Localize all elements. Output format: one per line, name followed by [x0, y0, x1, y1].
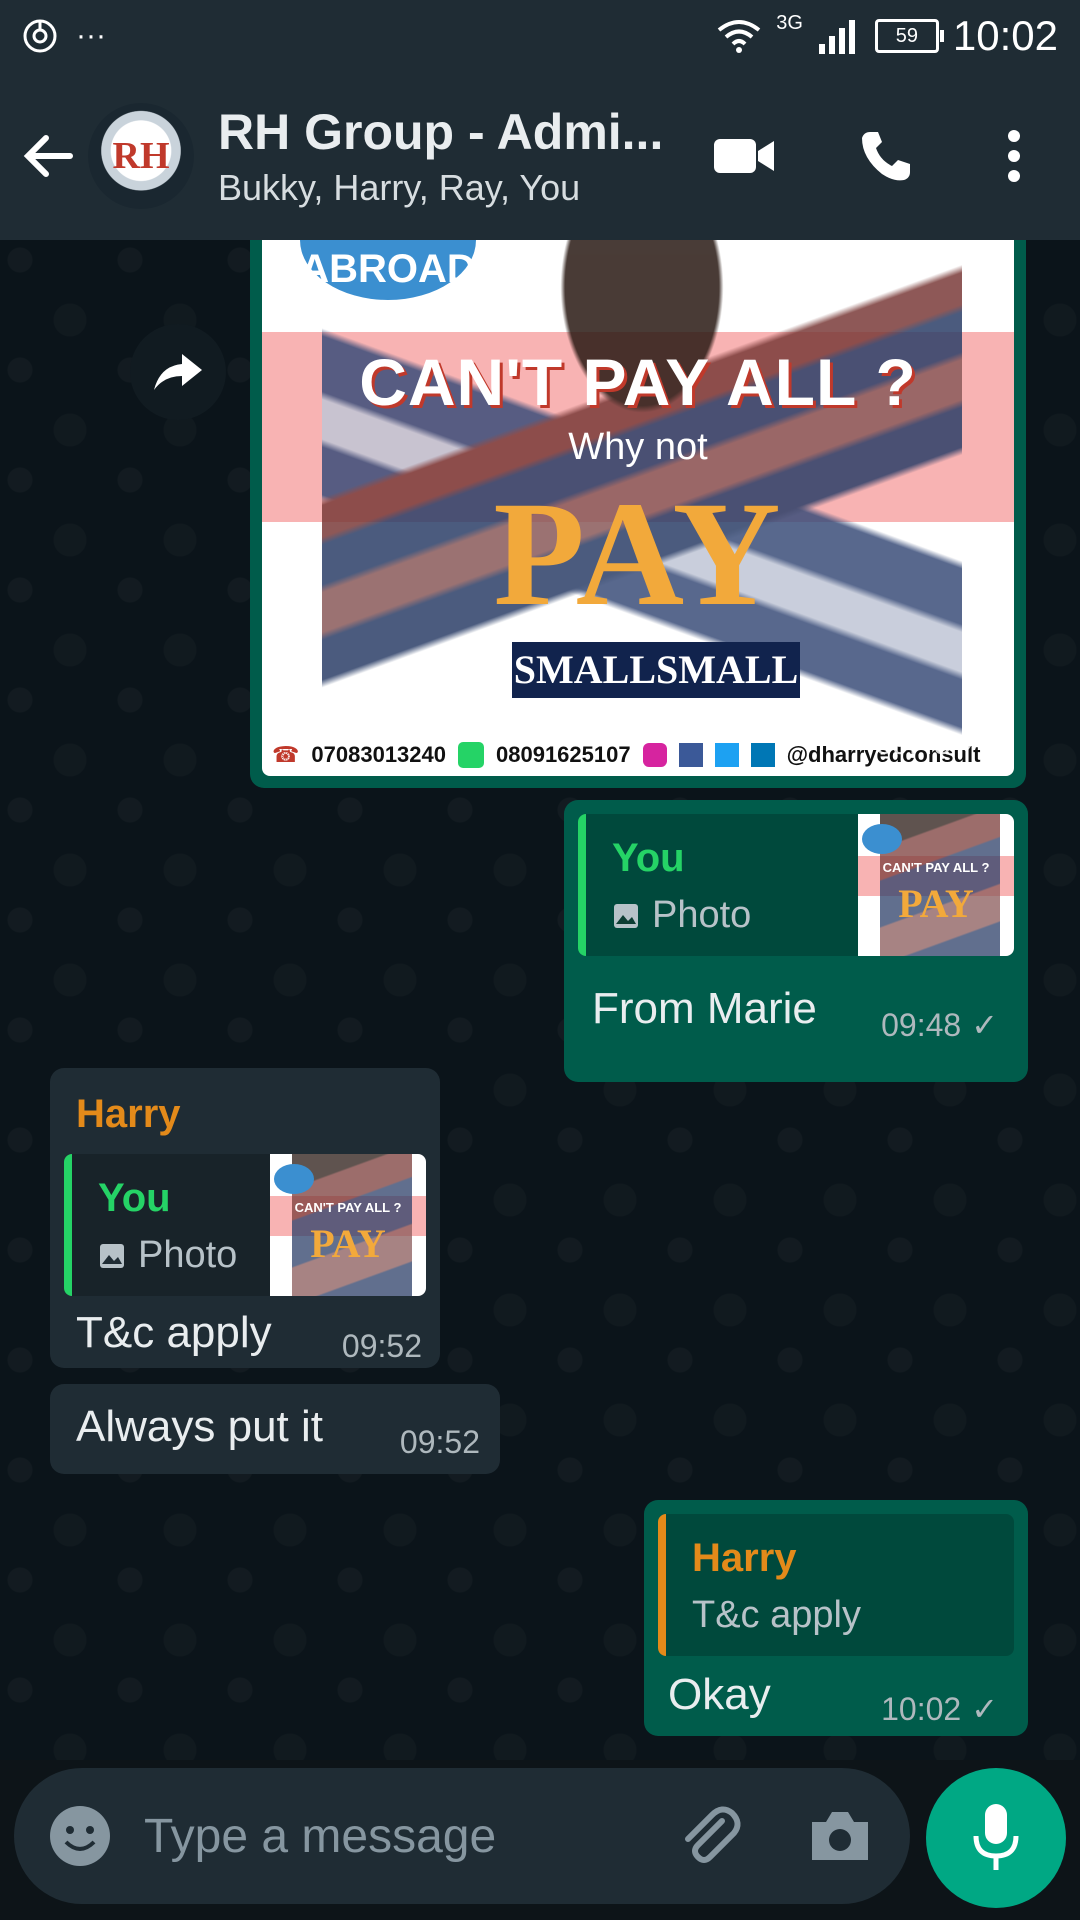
group-avatar[interactable]: RH [88, 103, 194, 209]
message-time-text: 09:52 [341, 1328, 422, 1364]
wifi-icon [717, 20, 761, 53]
thumb-pay: PAY [898, 881, 974, 926]
whatsapp-icon [458, 742, 484, 768]
group-members: Bukky, Harry, Ray, You [218, 167, 581, 208]
back-arrow-icon[interactable] [22, 130, 74, 182]
chat-area[interactable]: ABROAD CAN'T PAY ALL ? Why not PAY SMALL… [0, 240, 1080, 1760]
poster-headline: CAN'T PAY ALL ? [359, 345, 917, 419]
quoted-message[interactable]: You Photo CAN'T PAY ALL ? PAY [578, 814, 1014, 956]
quote-author: You [98, 1176, 171, 1220]
message-input[interactable]: Type a message [144, 1809, 496, 1864]
group-info[interactable]: RH Group - Admi... Bukky, Harry, Ray, Yo… [218, 103, 678, 209]
forward-icon [154, 354, 202, 390]
message-time-text: 10:02 [881, 1690, 962, 1727]
quote-bar [578, 814, 586, 956]
poster-footer: ☎ 07083013240 08091625107 @dharryedconsu… [272, 742, 980, 768]
poster-phone1: 07083013240 [311, 742, 446, 767]
more-notifications-icon: ··· [76, 19, 106, 52]
image-message-time: 09:48 ✓ [875, 728, 984, 761]
status-bar: ··· 3G 59 10:02 [0, 0, 1080, 72]
message-okay[interactable]: Harry T&c apply Okay 10:02 ✓ [644, 1500, 1028, 1736]
message-sender: Harry [76, 1092, 181, 1136]
twitter-icon [714, 743, 739, 767]
quote-text: T&c apply [692, 1594, 861, 1637]
microphone-icon [973, 1804, 1019, 1870]
message-time: 10:02 ✓ [881, 1690, 998, 1728]
battery-level: 59 [895, 24, 919, 47]
quote-bar [64, 1154, 72, 1296]
quote-author: You [612, 836, 685, 880]
instagram-icon [642, 743, 667, 767]
forward-button[interactable] [130, 324, 226, 420]
message-text: T&c apply [76, 1308, 272, 1357]
thumb-text: CAN'T PAY ALL ? [882, 860, 990, 875]
photo-icon [100, 1243, 124, 1268]
status-right: 3G 59 10:02 [716, 12, 1058, 60]
message-input-bar[interactable]: Type a message [14, 1768, 910, 1904]
location-icon [23, 19, 57, 53]
group-title: RH Group - Admi... [218, 104, 664, 160]
voice-message-button[interactable] [926, 1768, 1066, 1908]
video-call-icon[interactable] [712, 135, 776, 177]
quote-author: Harry [692, 1536, 797, 1580]
message-time-text: 09:52 [399, 1424, 480, 1460]
poster-badge: ABROAD [300, 240, 476, 300]
message-text: Always put it [76, 1402, 323, 1451]
chat-header: RH RH Group - Admi... Bukky, Harry, Ray,… [0, 72, 1080, 240]
message-harry-tc[interactable]: Harry You Photo CAN'T PAY ALL ? PAY T&c … [50, 1068, 440, 1368]
battery-indicator: 59 [874, 19, 944, 53]
signal-icon [818, 20, 855, 54]
image-time-text: 09:48 [875, 728, 951, 761]
thumb-badge [862, 824, 902, 854]
message-text: Okay [668, 1670, 771, 1719]
thumb-text: CAN'T PAY ALL ? [294, 1200, 402, 1215]
camera-icon[interactable] [808, 1808, 872, 1864]
network-type: 3G [776, 12, 803, 34]
quote-thumbnail: CAN'T PAY ALL ? PAY [270, 1154, 426, 1296]
thumb-badge [274, 1164, 314, 1194]
message-time: 09:52 [400, 1424, 480, 1461]
linkedin-icon [750, 743, 775, 767]
photo-icon [614, 903, 638, 928]
quoted-message[interactable]: You Photo CAN'T PAY ALL ? PAY [64, 1154, 426, 1296]
clock: 10:02 [952, 12, 1058, 59]
sent-check-icon: ✓ [971, 1691, 998, 1727]
poster-phone2: 08091625107 [496, 742, 631, 767]
avatar-text: RH [112, 135, 170, 177]
quote-text-label: T&c apply [692, 1594, 861, 1636]
phone-icon: ☎ [272, 742, 300, 767]
message-from-marie[interactable]: You Photo CAN'T PAY ALL ? PAY From Marie… [564, 800, 1028, 1082]
quote-thumbnail: CAN'T PAY ALL ? PAY [858, 814, 1014, 956]
emoji-icon[interactable] [48, 1804, 112, 1868]
status-left: ··· [22, 18, 106, 54]
voice-call-icon[interactable] [858, 128, 914, 184]
thumb-pay: PAY [310, 1221, 386, 1266]
poster-image[interactable]: ABROAD CAN'T PAY ALL ? Why not PAY SMALL… [262, 240, 1014, 776]
image-message[interactable]: ABROAD CAN'T PAY ALL ? Why not PAY SMALL… [250, 240, 1026, 788]
quoted-message[interactable]: Harry T&c apply [658, 1514, 1014, 1656]
facebook-icon [678, 743, 703, 767]
message-text: From Marie [592, 984, 817, 1033]
message-time: 09:52 [342, 1328, 422, 1365]
message-time: 09:48 ✓ [881, 1006, 998, 1044]
attach-icon[interactable] [674, 1801, 744, 1871]
poster-subhead: Why not [568, 426, 708, 468]
quote-type-label: Photo [652, 894, 752, 936]
sent-check-icon: ✓ [971, 1007, 998, 1043]
quote-type-label: Photo [138, 1234, 238, 1276]
message-time-text: 09:48 [881, 1006, 962, 1043]
poster-pay: PAY [493, 471, 783, 637]
quote-bar [658, 1514, 666, 1656]
message-always-put-it[interactable]: Always put it 09:52 [50, 1384, 500, 1474]
poster-smallsmall: SMALLSMALL [512, 642, 800, 698]
quote-type: Photo [612, 894, 751, 937]
more-options-icon[interactable] [1004, 128, 1024, 184]
quote-type: Photo [98, 1234, 237, 1277]
